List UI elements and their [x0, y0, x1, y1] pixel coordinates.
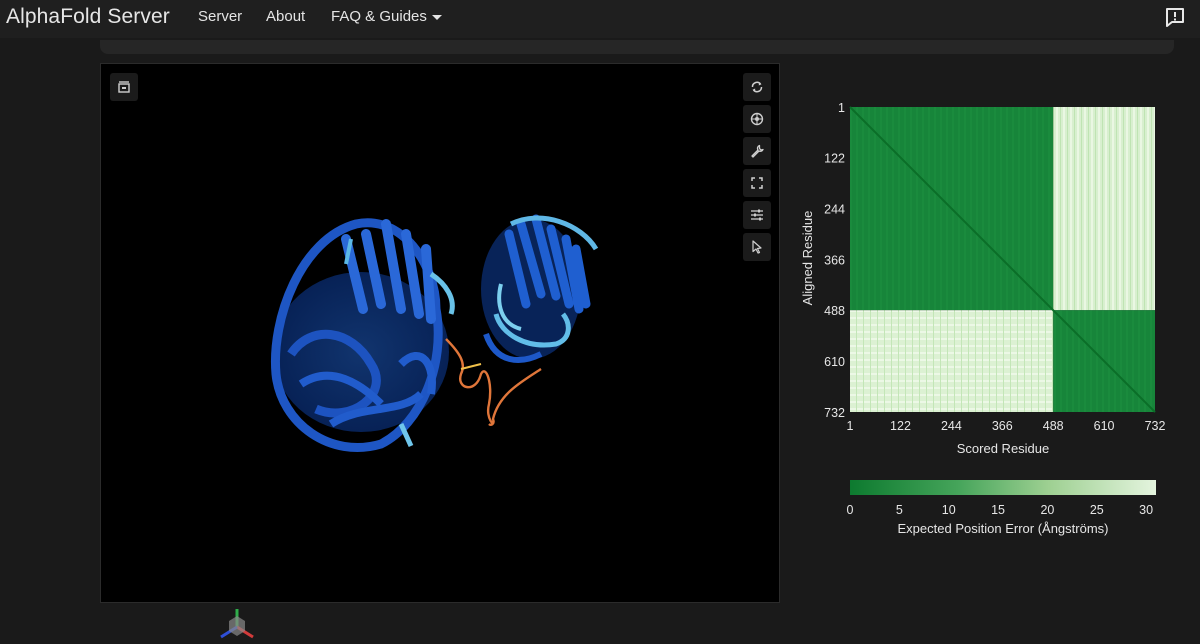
nav-server-link[interactable]: Server — [198, 8, 242, 25]
y-tick-label: 488 — [824, 304, 845, 318]
colorbar-tick-label: 25 — [1090, 503, 1104, 517]
heatmap-block-high — [1053, 107, 1155, 311]
colorbar-tick-label: 15 — [991, 503, 1005, 517]
protein-structure-render[interactable] — [101, 64, 781, 604]
pae-heatmap-chart: 1 122 244 366 488 610 732 1122244366488610732 … — [800, 101, 1166, 536]
axis-gizmo-icon — [220, 609, 254, 639]
y-tick-label: 366 — [824, 253, 845, 267]
feedback-icon[interactable] — [1164, 6, 1186, 28]
left-protein-domain — [270, 218, 455, 452]
right-protein-domain — [481, 214, 599, 363]
colorbar — [850, 480, 1156, 495]
colorbar-tick-label: 10 — [942, 503, 956, 517]
nav-faq-dropdown[interactable]: FAQ & Guides — [331, 8, 442, 25]
x-tick-label: 732 — [1145, 419, 1166, 433]
colorbar-label: Expected Position Error (Ångströms) — [898, 521, 1109, 536]
structure-viewer[interactable] — [100, 63, 781, 639]
y-axis-ticks: 1 122 244 366 488 610 732 — [824, 101, 845, 420]
app-brand[interactable]: AlphaFold Server — [6, 5, 170, 29]
heatmap-blocks — [849, 106, 1156, 413]
colorbar-tick-label: 0 — [847, 503, 854, 517]
y-tick-label: 122 — [824, 151, 845, 165]
colorbar-tick-label: 5 — [896, 503, 903, 517]
y-tick-label: 610 — [824, 355, 845, 369]
heatmap-block-high — [850, 310, 1054, 412]
top-navigation-bar: AlphaFold Server Server About FAQ & Guid… — [0, 0, 1200, 38]
y-tick-label: 732 — [824, 406, 845, 420]
x-tick-label: 244 — [941, 419, 962, 433]
x-tick-label: 488 — [1043, 419, 1064, 433]
colorbar-tick-label: 20 — [1040, 503, 1054, 517]
colorbar-tick-label: 30 — [1139, 503, 1153, 517]
x-axis-label: Scored Residue — [957, 441, 1050, 456]
x-axis-ticks: 1 122 244 366 488 610 732 — [847, 419, 1166, 433]
x-tick-label: 1 — [847, 419, 854, 433]
nav-about-link[interactable]: About — [266, 8, 305, 25]
chevron-down-icon — [431, 15, 442, 20]
x-tick-label: 610 — [1094, 419, 1115, 433]
x-tick-label: 122 — [890, 419, 911, 433]
y-axis-label: Aligned Residue — [800, 211, 815, 306]
y-tick-label: 1 — [838, 101, 845, 115]
nav-faq-label: FAQ & Guides — [331, 8, 427, 25]
colorbar-ticks: 0 5 10 15 20 25 30 — [847, 503, 1154, 517]
y-tick-label: 244 — [824, 202, 845, 216]
sub-header-strip — [100, 40, 1174, 54]
x-tick-label: 366 — [992, 419, 1013, 433]
